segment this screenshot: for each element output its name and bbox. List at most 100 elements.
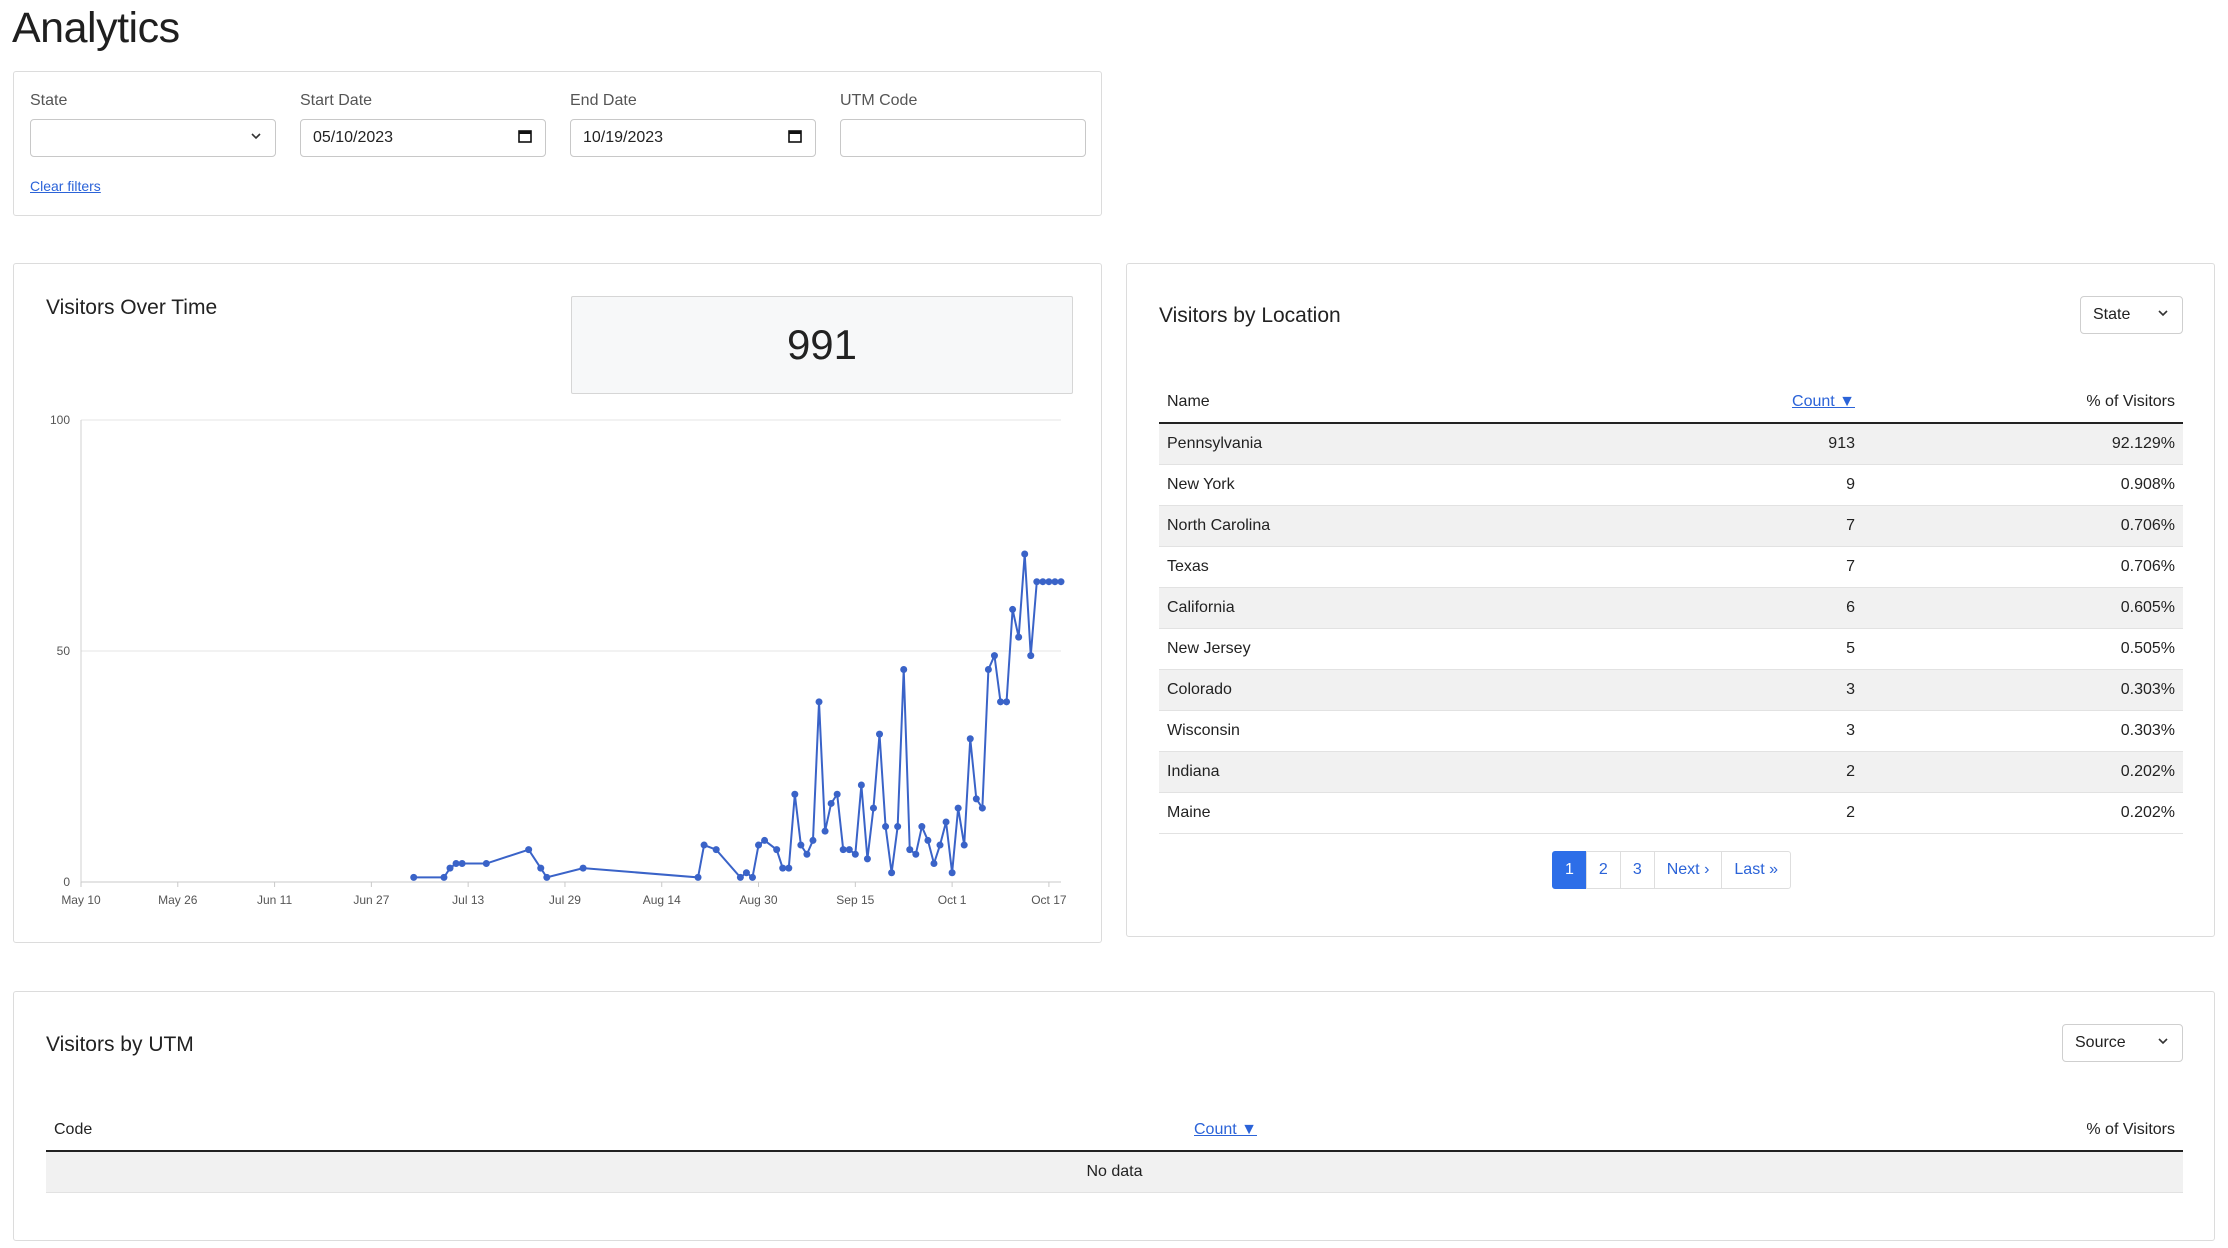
visitors-by-utm-title: Visitors by UTM <box>46 1033 194 1056</box>
end-date-label: End Date <box>570 92 637 109</box>
data-point <box>712 846 720 854</box>
x-tick-label: May 26 <box>158 893 198 907</box>
data-point <box>742 869 750 877</box>
cell-pct: 0.202% <box>1863 792 2183 834</box>
utm-group-select[interactable]: Source <box>2062 1024 2183 1062</box>
data-point <box>966 735 974 743</box>
calendar-icon[interactable] <box>517 128 533 149</box>
data-point <box>537 864 545 872</box>
clear-filters-link[interactable]: Clear filters <box>30 178 101 194</box>
sort-count-link[interactable]: Count ▼ <box>1194 1121 1257 1138</box>
data-point <box>694 873 702 881</box>
y-tick-label: 50 <box>57 644 71 658</box>
data-point <box>1039 578 1047 586</box>
data-point <box>1021 550 1029 558</box>
page-button[interactable]: 3 <box>1619 851 1655 889</box>
cell-pct: 0.706% <box>1863 546 2183 588</box>
state-select[interactable] <box>30 119 276 157</box>
data-point <box>761 836 769 844</box>
cell-name: Maine <box>1159 792 1735 834</box>
x-tick-label: May 10 <box>61 893 101 907</box>
column-header-count[interactable]: Count ▼ <box>1735 382 1863 424</box>
table-row: North Carolina 7 0.706% <box>1159 505 2183 547</box>
data-point <box>543 873 551 881</box>
data-point <box>900 665 908 673</box>
data-point <box>1003 698 1011 706</box>
cell-name: Pennsylvania <box>1159 423 1735 465</box>
data-point <box>803 850 811 858</box>
cell-count: 2 <box>1735 792 1863 834</box>
data-point <box>1015 633 1023 641</box>
data-point <box>827 799 835 807</box>
empty-state: No data <box>46 1151 2183 1193</box>
data-point <box>821 827 829 835</box>
data-point <box>936 841 944 849</box>
data-point <box>906 846 914 854</box>
data-point <box>930 860 938 868</box>
cell-count: 9 <box>1735 464 1863 506</box>
page-button[interactable]: 2 <box>1585 851 1621 889</box>
data-point <box>918 823 926 831</box>
visitors-by-location-card: Visitors by Location State Name Count ▼ … <box>1126 263 2215 937</box>
start-date-value: 05/10/2023 <box>313 129 394 146</box>
location-group-select[interactable]: State <box>2080 296 2183 334</box>
data-point <box>997 698 1005 706</box>
utm-table: Code Count ▼ % of Visitors No data <box>46 1110 2183 1193</box>
page-button[interactable]: 1 <box>1552 851 1587 889</box>
cell-count: 913 <box>1735 423 1863 465</box>
x-tick-label: Jul 13 <box>452 893 484 907</box>
x-tick-label: Jun 11 <box>257 893 292 907</box>
visitors-by-location-title: Visitors by Location <box>1159 304 1341 327</box>
cell-pct: 0.303% <box>1863 710 2183 752</box>
end-date-input[interactable]: 10/19/2023 <box>570 119 816 157</box>
calendar-icon[interactable] <box>787 128 803 149</box>
data-point <box>1051 578 1059 586</box>
column-header-pct: % of Visitors <box>1602 1110 2183 1152</box>
data-point <box>482 860 490 868</box>
cell-name: North Carolina <box>1159 505 1735 547</box>
sort-count-link[interactable]: Count ▼ <box>1792 393 1855 410</box>
data-point <box>779 864 787 872</box>
data-point <box>942 818 950 826</box>
visitors-line-chart: 0 50 100 May 10 May 26 Jun 11 Jun 27 Jul 13 Jul … <box>50 413 1067 907</box>
column-header-code: Code <box>46 1110 1186 1152</box>
table-row: Pennsylvania 913 92.129% <box>1159 423 2183 465</box>
cell-count: 6 <box>1735 587 1863 629</box>
data-point <box>839 846 847 854</box>
cell-count: 5 <box>1735 628 1863 670</box>
chevron-down-icon <box>249 129 263 148</box>
page-title: Analytics <box>12 4 180 52</box>
table-row: Texas 7 0.706% <box>1159 546 2183 588</box>
x-tick-label: Sep 15 <box>836 893 874 907</box>
end-date-value: 10/19/2023 <box>583 129 664 146</box>
table-row: Wisconsin 3 0.303% <box>1159 710 2183 752</box>
visitors-series-line <box>413 553 1061 880</box>
state-filter-label: State <box>30 92 68 109</box>
start-date-input[interactable]: 05/10/2023 <box>300 119 546 157</box>
y-tick-label: 0 <box>63 875 70 889</box>
data-point <box>458 860 466 868</box>
data-point <box>972 795 980 803</box>
data-point <box>452 860 460 868</box>
data-point <box>948 869 956 877</box>
page-button[interactable]: Next › <box>1653 851 1723 889</box>
data-point <box>857 781 865 789</box>
cell-pct: 0.303% <box>1863 669 2183 711</box>
data-point <box>773 846 781 854</box>
data-point <box>791 790 799 798</box>
utm-code-input[interactable] <box>840 119 1086 157</box>
page-button[interactable]: Last » <box>1721 851 1791 889</box>
visitors-over-time-card: Visitors Over Time 991 0 50 100 May 10 May 2… <box>13 263 1102 943</box>
data-point <box>410 873 418 881</box>
cell-pct: 0.505% <box>1863 628 2183 670</box>
location-table: Name Count ▼ % of Visitors Pennsylvania 9… <box>1159 382 2183 834</box>
cell-count: 3 <box>1735 710 1863 752</box>
data-point <box>440 873 448 881</box>
data-point <box>579 864 587 872</box>
x-tick-label: Oct 1 <box>938 893 967 907</box>
pagination: 1 2 3 Next › Last » <box>1552 851 1791 889</box>
data-point <box>815 698 823 706</box>
column-header-count[interactable]: Count ▼ <box>1186 1110 1602 1152</box>
cell-pct: 0.908% <box>1863 464 2183 506</box>
utm-group-value: Source <box>2075 1034 2126 1051</box>
